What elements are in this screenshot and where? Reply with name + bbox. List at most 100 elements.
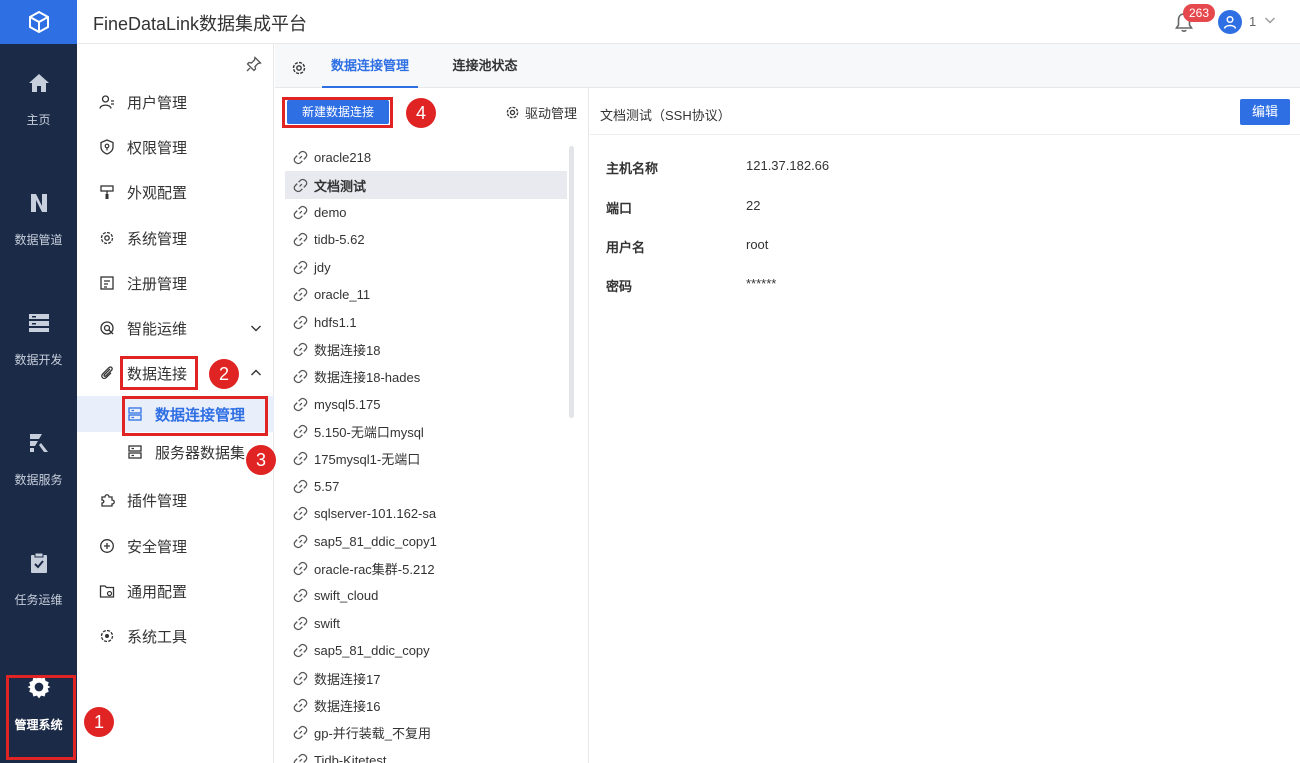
cube-logo-icon (28, 10, 49, 34)
link-icon (293, 671, 308, 685)
connection-list-item[interactable]: 数据连接16 (285, 692, 567, 719)
link-icon (293, 616, 308, 630)
pin-icon[interactable] (246, 56, 262, 72)
connection-name: 数据连接18-hades (314, 370, 421, 386)
field-label-password: 密码 (606, 279, 633, 294)
rail-item-label: 主页 (26, 112, 51, 127)
edit-button[interactable]: 编辑 (1240, 99, 1290, 125)
link-icon (293, 205, 308, 220)
connection-list-item[interactable]: sap5_81_ddic_copy (285, 637, 567, 664)
field-label-port: 端口 (606, 201, 633, 216)
connection-name: 数据连接16 (314, 699, 381, 714)
sidebar-item-data-connection[interactable]: 数据连接 (77, 355, 274, 391)
connection-name: oracle218 (314, 150, 372, 166)
paperclip-icon (101, 366, 113, 380)
connection-list-item[interactable]: jdy (285, 254, 567, 281)
sidebar-item-registration[interactable]: 注册管理 (77, 265, 274, 301)
connection-list-item[interactable]: oracle218 (285, 144, 567, 171)
step-marker-4: 4 (406, 98, 436, 128)
connection-list-item[interactable]: tidb-5.62 (285, 226, 567, 253)
connection-name: sqlserver-101.162-sa (314, 506, 437, 522)
sidebar-item-system-tools[interactable]: 系统工具 (77, 618, 274, 654)
rail-item-service[interactable]: 数据服务 (0, 404, 77, 514)
rail-item-admin[interactable]: 管理系统 (0, 648, 77, 758)
sidebar-item-permissions[interactable]: 权限管理 (77, 129, 274, 165)
gear-icon (506, 106, 519, 119)
connection-list-item[interactable]: 文档测试 (285, 171, 567, 199)
link-icon (293, 370, 308, 384)
sidebar-item-data-connection-management[interactable]: 数据连接管理 (77, 396, 274, 432)
sidebar-item-label: 数据连接 (127, 365, 188, 383)
connection-list-panel: 新建数据连接 驱动管理 oracle218 文档测试 demo tidb-5.62 jd… (275, 88, 589, 763)
logo[interactable] (0, 0, 77, 44)
driver-management-link[interactable]: 驱动管理 (505, 103, 577, 122)
connection-list-item[interactable]: mysql5.175 (285, 391, 567, 418)
sidebar-item-label: 注册管理 (127, 275, 188, 293)
sidebar-item-system[interactable]: 系统管理 (77, 220, 274, 256)
connection-list-item[interactable]: swift (285, 610, 567, 637)
connection-list-item[interactable]: sap5_81_ddic_copy1 (285, 527, 567, 554)
list-scrollbar[interactable] (569, 146, 574, 418)
connection-list-item[interactable]: 5.57 (285, 473, 567, 500)
connection-list-item[interactable]: 5.150-无端口mysql (285, 418, 567, 445)
tab-data-connection-management[interactable]: 数据连接管理 (322, 44, 418, 88)
settings-gear-icon[interactable] (291, 60, 307, 76)
chevron-down-icon[interactable] (1264, 14, 1276, 26)
user-icon (99, 95, 114, 109)
tab-pool-status[interactable]: 连接池状态 (445, 44, 525, 88)
connection-name: demo (314, 204, 347, 220)
connection-list-item[interactable]: 数据连接18 (285, 336, 567, 363)
connection-list[interactable]: oracle218 文档测试 demo tidb-5.62 jdy oracle_11 hd… (285, 144, 567, 763)
connection-list-item[interactable]: swift_cloud (285, 582, 567, 609)
new-data-connection-button[interactable]: 新建数据连接 (287, 100, 389, 124)
rail-item-dev[interactable]: 数据开发 (0, 284, 77, 394)
connection-list-item[interactable]: gp-并行装载_不复用 (285, 719, 567, 746)
sidebar-item-security[interactable]: 安全管理 (77, 528, 274, 564)
sidebar-item-plugins[interactable]: 插件管理 (77, 482, 274, 518)
sidebar-item-label: 外观配置 (127, 184, 188, 202)
connection-name: 5.57 (314, 478, 340, 494)
primary-nav-rail: 主页 数据管道 数据开发 数据服务 任务运维 管理系统 (0, 44, 77, 763)
sidebar-item-label: 系统工具 (127, 628, 188, 646)
step-marker-2: 2 (209, 359, 239, 389)
connection-list-item[interactable]: oracle-rac集群-5.212 (285, 555, 567, 582)
driver-management-label: 驱动管理 (525, 106, 578, 121)
folder-gear-icon (99, 585, 115, 598)
connection-name: swift (314, 615, 340, 631)
sidebar-item-users[interactable]: 用户管理 (77, 84, 274, 120)
field-value-port: 22 (746, 198, 761, 213)
connection-name: oracle-rac集群-5.212 (314, 562, 435, 578)
connection-list-item[interactable]: hdfs1.1 (285, 308, 567, 335)
tools-icon (100, 629, 114, 643)
shield-icon (100, 139, 114, 155)
sidebar-item-server-dataset[interactable]: 服务器数据集 (77, 434, 274, 470)
connection-list-item[interactable]: sqlserver-101.162-sa (285, 500, 567, 527)
link-icon (293, 233, 308, 247)
sidebar-item-smart-ops[interactable]: 智能运维 (77, 310, 274, 346)
connection-name: Tidb-Kitetest (314, 752, 387, 763)
gear-icon (27, 675, 50, 698)
sidebar-item-general-config[interactable]: 通用配置 (77, 573, 274, 609)
field-value-password: ****** (746, 276, 777, 291)
task-icon (30, 552, 47, 573)
rail-item-task[interactable]: 任务运维 (0, 524, 77, 634)
rail-item-label: 数据开发 (14, 352, 63, 367)
connection-list-item[interactable]: 数据连接18-hades (285, 363, 567, 390)
sidebar-item-label: 系统管理 (127, 230, 188, 248)
connection-list-item[interactable]: demo (285, 199, 567, 226)
register-icon (100, 276, 114, 290)
user-name[interactable]: 1 (1249, 14, 1256, 29)
connection-list-item[interactable]: 175mysql1-无端口 (285, 445, 567, 472)
link-icon (293, 397, 308, 411)
gear-icon (100, 231, 114, 245)
connection-list-item[interactable]: Tidb-Kitetest (285, 747, 567, 763)
connection-list-item[interactable]: 数据连接17 (285, 664, 567, 691)
connection-list-item[interactable]: oracle_11 (285, 281, 567, 308)
rail-item-home[interactable]: 主页 (0, 44, 77, 154)
dev-icon (28, 313, 49, 332)
shield-plus-icon (100, 539, 114, 553)
rail-item-pipeline[interactable]: 数据管道 (0, 164, 77, 274)
chevron-down-icon (251, 325, 261, 332)
avatar[interactable] (1218, 10, 1242, 34)
sidebar-item-appearance[interactable]: 外观配置 (77, 174, 274, 210)
